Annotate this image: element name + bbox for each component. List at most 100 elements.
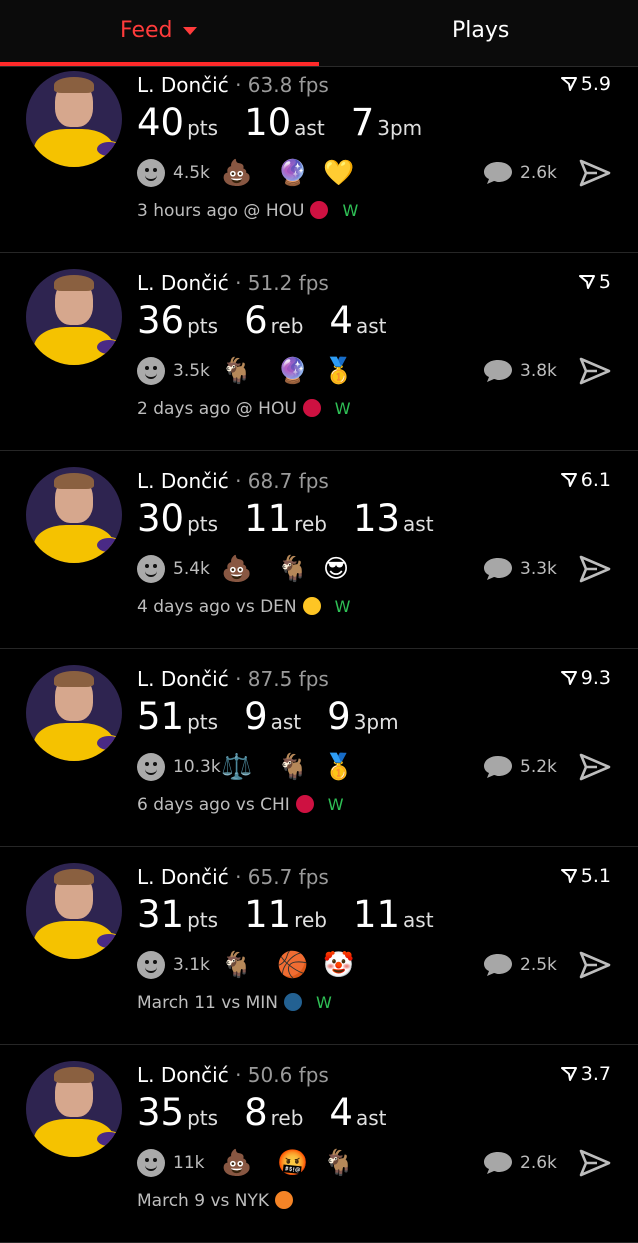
reaction-emoji[interactable]: 🐐 xyxy=(277,553,308,585)
send-icon[interactable] xyxy=(579,159,611,187)
player-avatar[interactable] xyxy=(26,1061,122,1157)
smiley-icon[interactable] xyxy=(137,1149,165,1177)
smiley-icon[interactable] xyxy=(137,753,165,781)
player-name[interactable]: L. Dončić xyxy=(137,271,229,295)
reaction-emoji[interactable]: 🐐 xyxy=(277,751,308,783)
player-name[interactable]: L. Dončić xyxy=(137,1063,229,1087)
reaction-emoji[interactable]: 🥇 xyxy=(323,751,354,783)
tab-plays[interactable]: Plays xyxy=(452,18,509,43)
lakers-logo-icon xyxy=(96,339,122,355)
feed-card[interactable]: L. Dončić · 68.7 fps 6.1 30 pts 11 reb 13 ast… xyxy=(0,451,638,649)
separator-dot: · xyxy=(228,1063,248,1087)
stat-value: 6 xyxy=(244,299,268,342)
speech-bubble-icon[interactable] xyxy=(483,557,513,581)
fps-value: 50.6 fps xyxy=(247,1063,329,1087)
reaction-emoji[interactable]: 💩 xyxy=(221,157,252,189)
speech-bubble-icon[interactable] xyxy=(483,953,513,977)
game-result: W xyxy=(342,201,359,220)
score-value: 5.9 xyxy=(580,73,611,95)
smiley-icon[interactable] xyxy=(137,951,165,979)
send-icon[interactable] xyxy=(579,1149,611,1177)
game-info: March 11 vs MIN W xyxy=(137,993,332,1013)
game-result: W xyxy=(327,795,344,814)
smiley-icon[interactable] xyxy=(137,159,165,187)
reaction-bar: 5.4k 💩 🐐 😎 3.3k xyxy=(137,553,617,585)
player-name[interactable]: L. Dončić xyxy=(137,667,229,691)
reaction-bar: 3.1k 🐐 🏀 🤡 2.5k xyxy=(137,949,617,981)
send-icon[interactable] xyxy=(579,357,611,385)
stat: 11 reb xyxy=(244,893,327,936)
game-info: 3 hours ago @ HOU W xyxy=(137,201,358,221)
separator-dot: · xyxy=(228,271,248,295)
reaction-emoji[interactable]: 💩 xyxy=(221,1147,252,1179)
player-avatar[interactable] xyxy=(26,467,122,563)
reaction-emoji[interactable]: 🐐 xyxy=(323,1147,354,1179)
stat-value: 35 xyxy=(137,1091,185,1134)
stat-label: reb xyxy=(294,908,327,932)
nuggets-logo xyxy=(302,597,321,615)
score-badge: 5.9 xyxy=(560,73,611,95)
reaction-emoji[interactable]: 💛 xyxy=(323,157,354,189)
feed-card[interactable]: L. Dončić · 63.8 fps 5.9 40 pts 10 ast 7 3pm … xyxy=(0,55,638,253)
reaction-emoji[interactable]: 🤡 xyxy=(323,949,354,981)
player-name[interactable]: L. Dončić xyxy=(137,73,229,97)
reaction-bar: 4.5k 💩 🔮 💛 2.6k xyxy=(137,157,617,189)
send-icon[interactable] xyxy=(579,951,611,979)
game-result: W xyxy=(334,399,351,418)
score-value: 5 xyxy=(598,271,611,293)
player-avatar[interactable] xyxy=(26,71,122,167)
stat: 4 ast xyxy=(329,299,386,342)
reaction-emoji[interactable]: 🐐 xyxy=(221,355,252,387)
player-name[interactable]: L. Dončić xyxy=(137,865,229,889)
speech-bubble-icon[interactable] xyxy=(483,755,513,779)
smiley-mouth xyxy=(145,767,157,775)
feed-card[interactable]: L. Dončić · 87.5 fps 9.3 51 pts 9 ast 9 3pm 1… xyxy=(0,649,638,847)
player-avatar[interactable] xyxy=(26,269,122,365)
feed-card[interactable]: L. Dončić · 65.7 fps 5.1 31 pts 11 reb 11 ast… xyxy=(0,847,638,1045)
stat-value: 9 xyxy=(244,695,268,738)
stat: 35 pts xyxy=(137,1091,218,1134)
game-time: 2 days ago @ HOU xyxy=(137,399,297,419)
smiley-icon[interactable] xyxy=(137,555,165,583)
stat-label: 3pm xyxy=(353,710,399,734)
reaction-count: 4.5k xyxy=(173,163,210,183)
stat: 9 3pm xyxy=(327,695,398,738)
game-info: 6 days ago vs CHI W xyxy=(137,795,344,815)
player-name[interactable]: L. Dončić xyxy=(137,469,229,493)
game-result: W xyxy=(315,993,332,1012)
speech-bubble-icon[interactable] xyxy=(483,1151,513,1175)
feed-card[interactable]: L. Dončić · 51.2 fps 5 36 pts 6 reb 4 ast 3.5… xyxy=(0,253,638,451)
reaction-emoji[interactable]: 🥇 xyxy=(323,355,354,387)
feed-card[interactable]: L. Dončić · 50.6 fps 3.7 35 pts 8 reb 4 ast 1… xyxy=(0,1045,638,1243)
fps-value: 87.5 fps xyxy=(247,667,329,691)
speech-bubble-icon[interactable] xyxy=(483,161,513,185)
reaction-emoji[interactable]: 💩 xyxy=(221,553,252,585)
reaction-count: 11k xyxy=(173,1153,205,1173)
smiley-icon[interactable] xyxy=(137,357,165,385)
send-icon[interactable] xyxy=(579,555,611,583)
tab-feed[interactable]: Feed xyxy=(120,18,197,43)
reaction-emoji[interactable]: 🏀 xyxy=(277,949,308,981)
reaction-emoji[interactable]: 🔮 xyxy=(277,355,308,387)
fire-chevron-icon xyxy=(560,473,577,487)
speech-bubble-icon[interactable] xyxy=(483,359,513,383)
stat: 13 ast xyxy=(353,497,434,540)
comment-count: 5.2k xyxy=(520,757,557,777)
send-icon[interactable] xyxy=(579,753,611,781)
reaction-emoji[interactable]: ⚖️ xyxy=(221,751,252,783)
reaction-emoji[interactable]: 🤬 xyxy=(277,1147,308,1179)
game-time: 3 hours ago @ HOU xyxy=(137,201,305,221)
stat-label: ast xyxy=(270,710,302,734)
player-avatar[interactable] xyxy=(26,665,122,761)
reaction-count: 10.3k xyxy=(173,757,221,777)
stat-label: reb xyxy=(294,512,327,536)
player-avatar[interactable] xyxy=(26,863,122,959)
reaction-emoji[interactable]: 🔮 xyxy=(277,157,308,189)
game-time: March 11 vs MIN xyxy=(137,993,278,1013)
stat-value: 9 xyxy=(327,695,351,738)
reaction-emoji[interactable]: 😎 xyxy=(323,553,349,585)
stat-label: reb xyxy=(270,314,304,338)
stat: 51 pts xyxy=(137,695,218,738)
stat-label: reb xyxy=(270,1106,304,1130)
reaction-emoji[interactable]: 🐐 xyxy=(221,949,252,981)
